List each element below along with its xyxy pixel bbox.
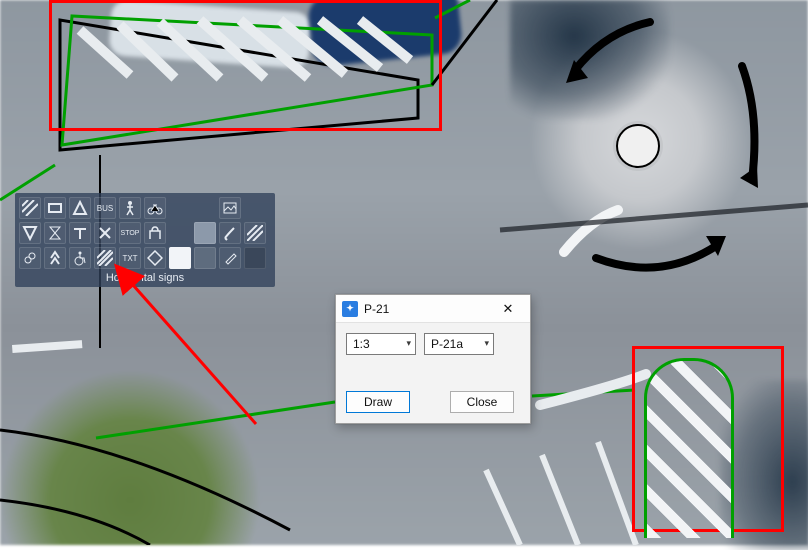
dialog-title: P-21 [364,302,492,316]
sign-type-select[interactable]: P-21a ▾ [424,333,494,355]
chevron-down-icon: ▾ [484,338,489,349]
chevrons-icon[interactable] [44,247,66,269]
dialog-titlebar[interactable]: ✦ P-21 ✕ [336,295,530,323]
sign-type-select-value: P-21a [431,337,463,351]
chevron-down-icon: ▾ [406,338,411,349]
palette-spacer [194,197,216,219]
brush-icon[interactable] [219,222,241,244]
lock-icon[interactable] [144,222,166,244]
palette-title: Horizontal signs [19,269,271,285]
p21-dialog: ✦ P-21 ✕ 1:3 ▾ P-21a ▾ Draw Close [335,294,531,424]
horizontal-signs-palette: BUS STOP [15,193,275,287]
color-swatch-grey2[interactable] [194,247,216,269]
palette-spacer [169,197,191,219]
palette-spacer [244,197,266,219]
close-icon[interactable]: ✕ [492,299,524,319]
txt-text-icon[interactable]: TXT [119,247,141,269]
hatch-pattern-icon[interactable] [244,222,266,244]
ratio-select[interactable]: 1:3 ▾ [346,333,416,355]
pedestrian-icon[interactable] [119,197,141,219]
hatch-tool-p21-icon[interactable] [94,247,116,269]
annotation-highlight-top [49,0,442,131]
stop-text-icon[interactable]: STOP [119,222,141,244]
yield-icon[interactable] [19,222,41,244]
roundabout-node[interactable] [616,124,660,168]
triangle-icon[interactable] [69,197,91,219]
palette-spacer [169,222,191,244]
close-button[interactable]: Close [450,391,514,413]
ratio-select-value: 1:3 [353,337,370,351]
cross-icon[interactable] [94,222,116,244]
color-swatch-dark[interactable] [244,247,266,269]
hatched-island-preview[interactable] [644,358,734,538]
bus-text-icon[interactable]: BUS [94,197,116,219]
wheelchair-icon[interactable] [69,247,91,269]
rect-icon[interactable] [44,197,66,219]
draw-button[interactable]: Draw [346,391,410,413]
bicycle-icon[interactable] [144,197,166,219]
image-icon[interactable] [219,197,241,219]
diamond-icon[interactable] [144,247,166,269]
app-icon: ✦ [342,301,358,317]
paint-icon[interactable] [219,247,241,269]
hourglass-icon[interactable] [44,222,66,244]
color-swatch-white[interactable] [169,247,191,269]
diag-hatch-icon[interactable] [19,197,41,219]
t-bar-icon[interactable] [69,222,91,244]
color-swatch-grey[interactable] [194,222,216,244]
rings-icon[interactable] [19,247,41,269]
